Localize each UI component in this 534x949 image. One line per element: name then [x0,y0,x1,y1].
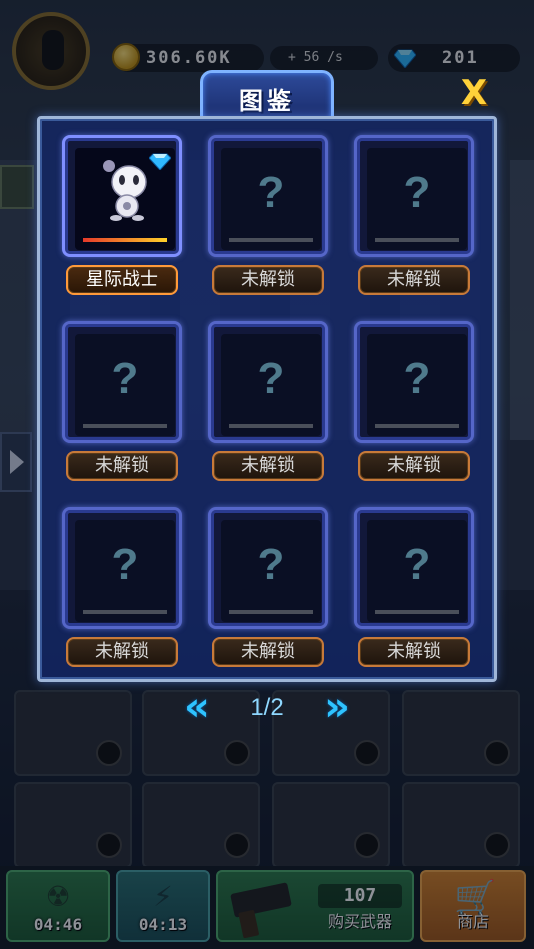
question-mark-icon: ? [111,540,139,589]
close-icon[interactable]: X [456,76,492,110]
question-mark-icon: ? [403,354,431,403]
card-frame: ? [354,321,474,443]
album-card-locked[interactable]: ? [354,321,474,443]
card-portrait: ? [221,334,321,436]
card-frame: ? [354,135,474,257]
album-card-locked[interactable]: ? [208,135,328,257]
card-frame: ? [62,321,182,443]
card-frame: ? [208,135,328,257]
album-panel: 星际战士 ? 未解锁 ? 未解锁 ? 未解锁 ? 未解锁 ? 未解锁 ? 未解锁… [37,116,497,682]
card-name-label: 未解锁 [212,637,324,667]
diamond-icon [149,153,171,170]
card-frame: ? [354,507,474,629]
card-portrait: ? [367,334,467,436]
card-progress-bar [229,610,313,614]
card-name-label: 未解锁 [358,637,470,667]
album-title-tab: 图鉴 [200,70,334,120]
card-name-label: 未解锁 [66,451,178,481]
question-mark-icon: ? [403,168,431,217]
album-card-locked[interactable]: ? [354,135,474,257]
card-name-label: 未解锁 [212,451,324,481]
question-mark-icon: ? [257,540,285,589]
card-progress-bar [375,238,459,242]
card-progress-bar [375,610,459,614]
card-name-label: 未解锁 [358,265,470,295]
card-progress-bar [375,424,459,428]
card-progress-bar [83,424,167,428]
album-card-locked[interactable]: ? [354,507,474,629]
album-card-unlocked[interactable] [62,135,182,257]
card-name-label: 未解锁 [212,265,324,295]
card-portrait: ? [221,520,321,622]
card-portrait: ? [221,148,321,250]
question-mark-icon: ? [257,168,285,217]
card-name-label: 星际战士 [66,265,178,295]
album-card-locked[interactable]: ? [62,507,182,629]
question-mark-icon: ? [111,354,139,403]
card-progress-bar [229,238,313,242]
card-frame: ? [208,507,328,629]
album-card-locked[interactable]: ? [62,321,182,443]
album-card-locked[interactable]: ? [208,507,328,629]
question-mark-icon: ? [403,540,431,589]
card-portrait: ? [367,148,467,250]
card-progress-bar [83,610,167,614]
album-card-locked[interactable]: ? [208,321,328,443]
next-page-button[interactable]: » [324,687,350,727]
star-warrior-portrait [103,160,147,221]
card-name-label: 未解锁 [358,451,470,481]
card-portrait [75,148,175,250]
card-portrait: ? [75,334,175,436]
card-portrait: ? [75,520,175,622]
card-frame: ? [208,321,328,443]
card-portrait: ? [367,520,467,622]
card-progress-bar [83,238,167,242]
card-progress-bar [229,424,313,428]
card-name-label: 未解锁 [66,637,178,667]
card-frame: ? [62,507,182,629]
album-pager: « 1/2 » [180,687,354,728]
album-title: 图鉴 [239,87,295,115]
question-mark-icon: ? [257,354,285,403]
card-frame [62,135,182,257]
